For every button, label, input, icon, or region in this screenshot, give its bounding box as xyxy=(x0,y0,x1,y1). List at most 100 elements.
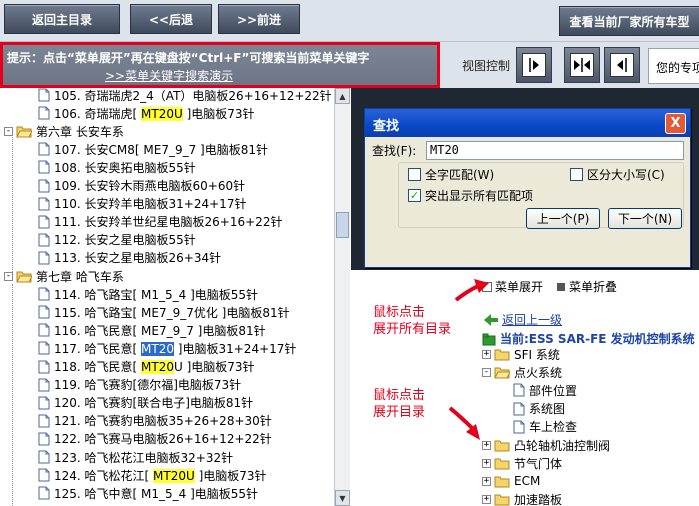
back-button[interactable]: <<后退 xyxy=(130,4,212,34)
menu-collapse-button[interactable]: 菜单折叠 xyxy=(569,278,617,295)
subsystem-folder[interactable]: - 点火系统 xyxy=(482,363,562,381)
tree-item[interactable]: 114. 哈飞路宝[ M1_5_4 ]电脑板55针 xyxy=(38,285,258,303)
document-icon xyxy=(38,233,50,247)
highlight-all-checkbox[interactable]: ✓ 突出显示所有匹配项 xyxy=(408,187,533,204)
scroll-down-icon[interactable]: ▼ xyxy=(335,490,350,506)
subsystem-page[interactable]: 系统图 xyxy=(513,400,565,418)
forward-button[interactable]: >>前进 xyxy=(218,4,300,34)
label-segment: 121. 哈飞赛豹电脑板35+26+28+30针 xyxy=(54,414,272,429)
view-control-label: 视图控制 xyxy=(462,59,511,73)
find-next-button[interactable]: 下一个(N) xyxy=(608,208,682,229)
tree-item-label: 124. 哈飞松花江[ MT20U ]电脑板73针 xyxy=(54,467,267,484)
collapse-toggle-icon[interactable]: - xyxy=(4,271,13,281)
label-segment: 116. 哈飞民意[ ME7_9_7 ]电脑板81针 xyxy=(54,323,266,338)
document-icon xyxy=(38,486,50,500)
annotation-line: 展开目录 xyxy=(373,405,426,420)
document-icon xyxy=(38,106,50,120)
collapse-toggle-icon[interactable]: - xyxy=(4,126,13,136)
tree-item[interactable]: 123. 哈飞松花江电脑板32+32针 xyxy=(38,448,233,466)
tree-item[interactable]: 125. 哈飞中意[ M1_5_4 ]电脑板55针 xyxy=(38,484,258,502)
subsystem-page[interactable]: 部件位置 xyxy=(513,381,577,399)
subsystem-folder[interactable]: + 凸轮轴机油控制阀 xyxy=(482,436,610,454)
tree-item[interactable]: 105. 奇瑞瑞虎2_4（AT）电脑板26+16+12+22针 xyxy=(38,88,332,104)
tree-item[interactable]: 120. 哈飞赛豹[联合电子]电脑板81针 xyxy=(38,394,253,412)
tree-item[interactable]: 111. 长安羚羊世纪星电脑板26+16+22针 xyxy=(38,213,282,231)
tree-item[interactable]: 122. 哈飞赛马电脑板26+16+12+22针 xyxy=(38,430,272,448)
expand-toggle-icon[interactable]: + xyxy=(482,440,491,450)
scrollbar-thumb[interactable] xyxy=(336,212,349,238)
label-segment: 第七章 哈飞车系 xyxy=(36,269,124,284)
folder-icon xyxy=(494,494,510,506)
scroll-up-icon[interactable]: ▲ xyxy=(335,88,350,104)
tree-item[interactable]: 119. 哈飞赛豹[德尔福]电脑板73针 xyxy=(38,376,241,394)
subsystem-label: 系统图 xyxy=(529,402,566,417)
close-icon[interactable]: X xyxy=(665,113,686,134)
expand-toggle-icon[interactable]: + xyxy=(482,495,491,505)
tree-item[interactable]: 124. 哈飞松花江[ MT20U ]电脑板73针 xyxy=(38,466,267,484)
tree-item[interactable]: 117. 哈飞民意[ MT20 ]电脑板31+24+17针 xyxy=(38,339,296,357)
tree-scrollbar[interactable]: ▲ ▼ xyxy=(334,88,350,506)
expand-toggle-icon[interactable]: + xyxy=(482,349,491,359)
document-icon xyxy=(513,383,525,397)
tree-item-label: 117. 哈飞民意[ MT20 ]电脑板31+24+17针 xyxy=(54,340,296,357)
label-segment: 120. 哈飞赛豹[联合电子]电脑板81针 xyxy=(54,396,254,411)
find-previous-button[interactable]: 上一个(P) xyxy=(526,208,600,229)
collapse-toggle-icon[interactable]: - xyxy=(482,367,491,377)
folder-open-icon xyxy=(494,367,510,379)
find-input[interactable]: MT20 xyxy=(426,141,684,160)
search-match-highlight: MT20U xyxy=(141,106,183,121)
expand-toggle-icon[interactable]: + xyxy=(482,458,491,468)
tree-item[interactable]: 116. 哈飞民意[ ME7_9_7 ]电脑板81针 xyxy=(38,321,266,339)
match-case-checkbox[interactable]: 区分大小写(C) xyxy=(570,166,665,183)
document-icon xyxy=(38,197,50,211)
tree-item[interactable]: 112. 长安之星电脑板55针 xyxy=(38,231,196,249)
tree-item[interactable]: 110. 长安羚羊电脑板31+24+17针 xyxy=(38,195,246,213)
view-split-button[interactable] xyxy=(564,47,600,83)
menu-expand-button[interactable]: 菜单展开 xyxy=(495,278,543,295)
tree-chapter[interactable]: - 第七章 哈飞车系 xyxy=(4,267,124,285)
annotation-expand-all: 鼠标点击 展开所有目录 xyxy=(373,304,451,338)
tree-item[interactable]: 115. 哈飞路宝[ ME7_9_7优化 ]电脑板81针 xyxy=(38,303,290,321)
tree-item[interactable]: 109. 长安铃木雨燕电脑板60+60针 xyxy=(38,177,245,195)
tree-item[interactable]: 113. 长安之星电脑板26+34针 xyxy=(38,249,221,267)
document-icon xyxy=(38,468,50,482)
home-button[interactable]: 返回主目录 xyxy=(4,4,120,34)
tree-item[interactable]: 121. 哈飞赛豹电脑板35+26+28+30针 xyxy=(38,412,272,430)
folder-icon xyxy=(494,440,510,451)
tree-item[interactable]: 118. 哈飞民意[ MT20U ]电脑板73针 xyxy=(38,358,255,376)
tree-item-label: 111. 长安羚羊世纪星电脑板26+16+22针 xyxy=(54,213,282,230)
tree-chapter[interactable]: - 第六章 长安车系 xyxy=(4,122,124,140)
subsystem-page[interactable]: 车上检查 xyxy=(513,418,577,436)
label-segment: 117. 哈飞民意[ xyxy=(54,341,142,356)
label-segment: 105. 奇瑞瑞虎2_4（AT）电脑板26+16+12+22针 xyxy=(54,88,332,103)
subsystem-folder[interactable]: + ECM xyxy=(482,472,540,490)
label-segment: 118. 哈飞民意[ xyxy=(54,360,142,374)
view-expand-left-button[interactable] xyxy=(604,47,640,83)
menu-toolbar: 菜单展开 菜单折叠 xyxy=(482,278,617,295)
search-hint-box: 提示：点击“菜单展开”再在键盘按“Ctrl+F”可搜索当前菜单关键字 >>菜单关… xyxy=(0,42,440,88)
search-match-highlight: MT20 xyxy=(141,360,174,374)
label-segment: 115. 哈飞路宝[ ME7_9_7优化 ]电脑板81针 xyxy=(54,305,290,320)
subsystem-label: 节气门体 xyxy=(514,456,563,471)
tree-item-label: 105. 奇瑞瑞虎2_4（AT）电脑板26+16+12+22针 xyxy=(54,88,332,104)
subsystem-folder[interactable]: + 加速踏板 xyxy=(482,491,562,506)
label-segment: 113. 长安之星电脑板26+34针 xyxy=(54,251,222,266)
tree-item[interactable]: 106. 奇瑞瑞虎[ MT20U ]电脑板73针 xyxy=(38,104,255,122)
search-demo-link[interactable]: >>菜单关键字搜索演示 xyxy=(105,67,233,84)
subsystem-folder[interactable]: + 节气门体 xyxy=(482,454,562,472)
split-arrows-icon xyxy=(570,53,594,77)
tree-item[interactable]: 108. 长安奥拓电脑板55针 xyxy=(38,158,196,176)
label-segment: 108. 长安奥拓电脑板55针 xyxy=(54,160,196,175)
arrow-left-icon xyxy=(610,53,634,77)
whole-word-checkbox[interactable]: 全字匹配(W) xyxy=(408,166,494,183)
expand-toggle-icon[interactable]: + xyxy=(482,476,491,486)
back-up-link[interactable]: 返回上一级 xyxy=(484,311,562,328)
back-arrow-icon xyxy=(484,313,498,326)
tree-connector-line xyxy=(12,134,13,274)
view-expand-right-button[interactable] xyxy=(516,47,552,83)
view-manufacturer-models-button[interactable]: 查看当前厂家所有车型 xyxy=(559,6,699,36)
subsystem-label: 部件位置 xyxy=(529,383,578,398)
subsystem-folder[interactable]: + SFI 系统 xyxy=(482,345,560,363)
tree-item-label: 106. 奇瑞瑞虎[ MT20U ]电脑板73针 xyxy=(54,105,255,122)
tree-item[interactable]: 107. 长安CM8[ ME7_9_7 ]电脑板81针 xyxy=(38,140,268,158)
